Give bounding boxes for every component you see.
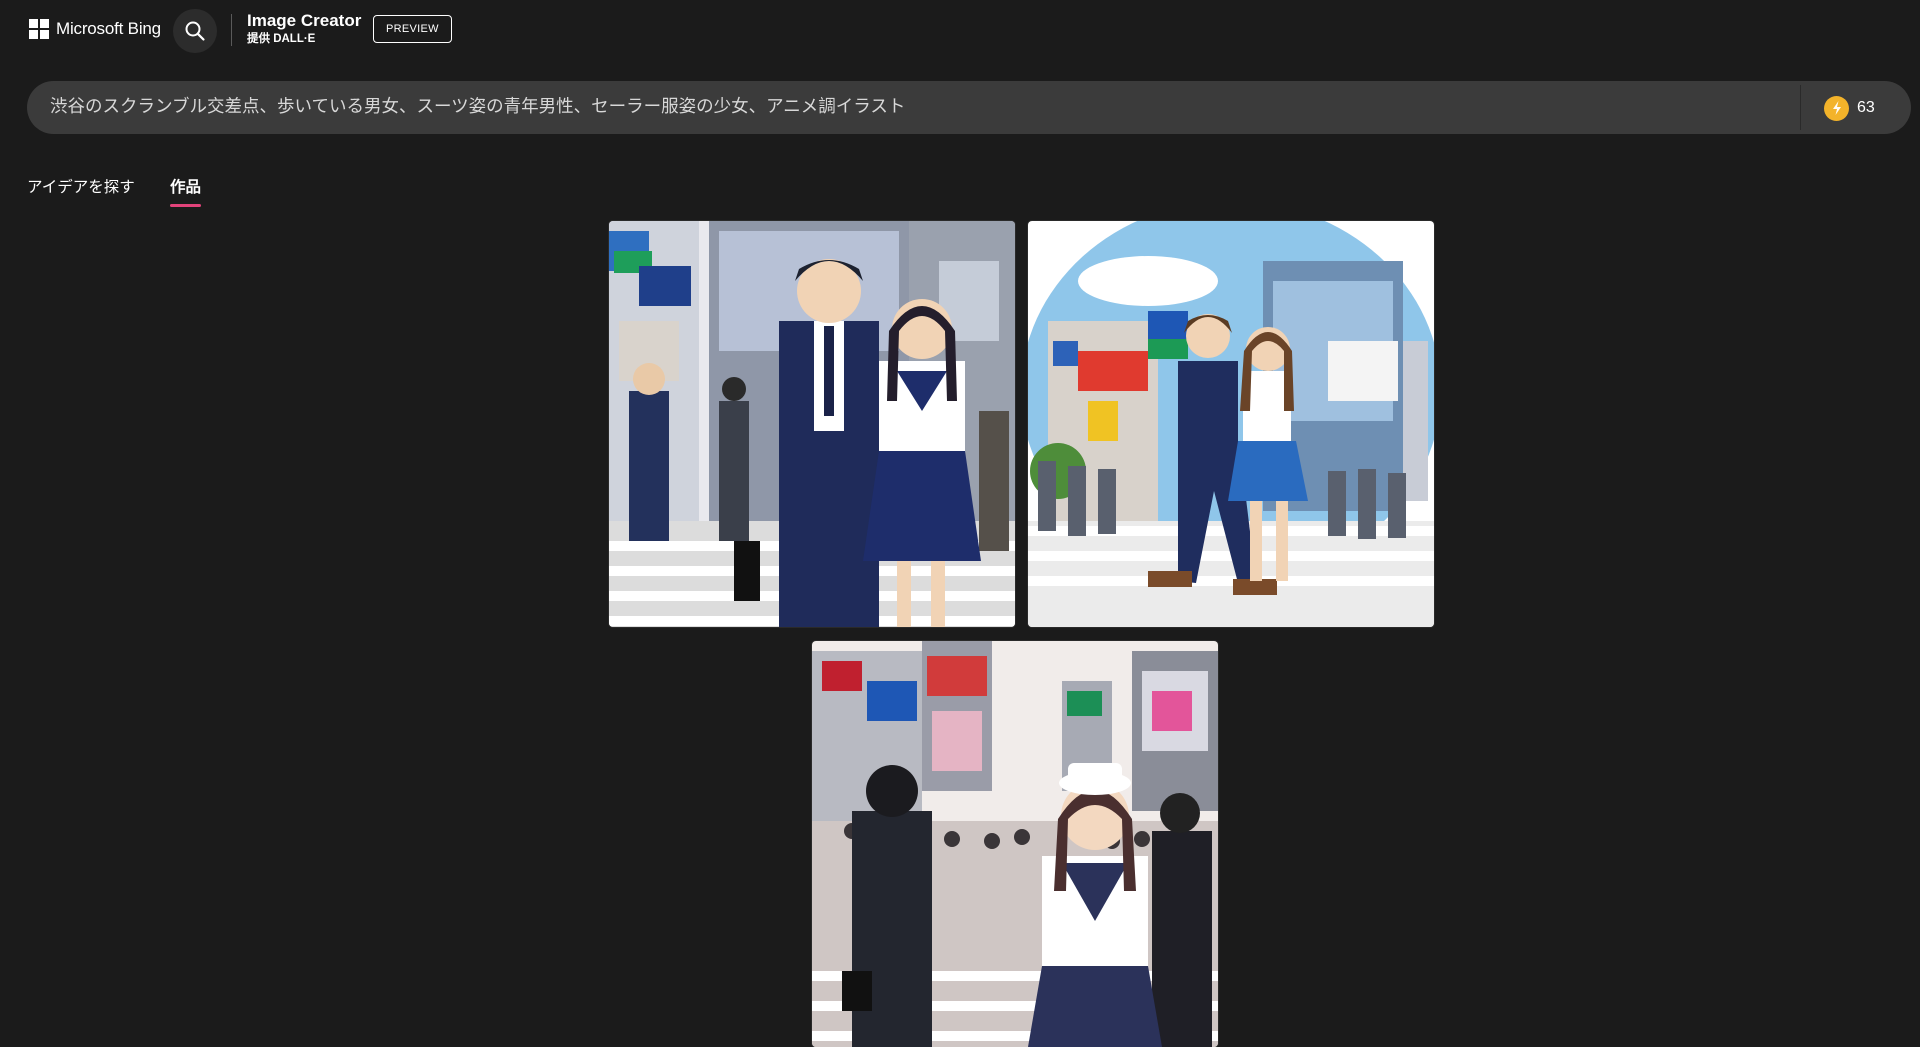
- search-button[interactable]: [173, 9, 217, 53]
- boost-coin-icon: [1824, 95, 1849, 121]
- prompt-divider: [1800, 85, 1801, 130]
- boosts-count: 63: [1857, 99, 1875, 116]
- active-tab-indicator: [170, 204, 201, 207]
- header-divider: [231, 14, 232, 46]
- top-header: Microsoft Bing Image Creator 提供 DALL·E P…: [0, 0, 1920, 62]
- app-title: Image Creator: [247, 11, 362, 30]
- preview-button[interactable]: PREVIEW: [373, 15, 452, 43]
- generated-image-1[interactable]: [609, 221, 1015, 627]
- app-title-block[interactable]: Image Creator 提供 DALL·E: [247, 11, 361, 47]
- microsoft-logo-icon: [29, 19, 49, 39]
- tab-explore-ideas[interactable]: アイデアを探す: [27, 175, 135, 197]
- app-subtitle: 提供 DALL·E: [247, 33, 316, 45]
- generated-image-2[interactable]: [1028, 221, 1434, 627]
- brand-name: Microsoft Bing: [56, 19, 161, 38]
- generated-image-3[interactable]: [812, 641, 1218, 1047]
- search-icon: [185, 21, 205, 41]
- prompt-bar: 渋谷のスクランブル交差点、歩いている男女、スーツ姿の青年男性、セーラー服姿の少女…: [27, 81, 1911, 134]
- tab-creations[interactable]: 作品: [170, 175, 201, 197]
- prompt-input[interactable]: 渋谷のスクランブル交差点、歩いている男女、スーツ姿の青年男性、セーラー服姿の少女…: [50, 81, 905, 134]
- boosts-counter[interactable]: 63: [1824, 95, 1875, 121]
- bing-brand-link[interactable]: Microsoft Bing: [29, 19, 161, 39]
